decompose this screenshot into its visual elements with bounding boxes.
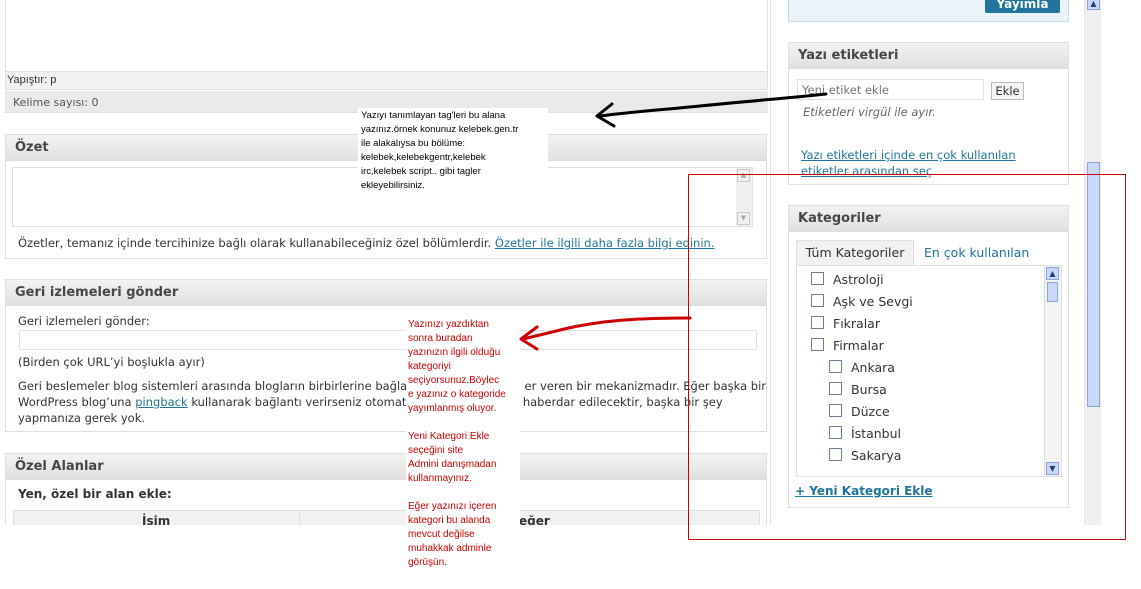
tags-box: Yazı etiketleri Ekle Etiketleri virgül i… (788, 42, 1069, 185)
popular-tags-link-1[interactable]: Yazı etiketleri içinde en çok kullanılan (801, 147, 1016, 163)
annotation-line: sonra buradan (408, 333, 473, 344)
pingback-link[interactable]: pingback (135, 395, 187, 409)
annotation-line: Admini danışmadan (408, 459, 497, 470)
tags-hint: Etiketleri virgül ile ayır. (803, 105, 936, 119)
trackbacks-hint: (Birden çok URL’yi boşlukla ayır) (18, 355, 205, 369)
word-count: Kelime sayısı: 0 (13, 96, 99, 109)
trackbacks-title: Geri izlemeleri gönder (6, 280, 766, 306)
publish-button[interactable]: Yayımla (985, 0, 1060, 13)
editor-area[interactable] (5, 0, 768, 72)
new-tag-input[interactable] (797, 79, 984, 100)
custom-fields-title: Özel Alanlar (6, 454, 766, 480)
annotation-line: Yeni Kategori Ekle (408, 431, 490, 442)
annotation-line: irc,kelebek script.. gibi tagler (361, 166, 481, 177)
annotation-line: Yazınızı yazdıktan (408, 319, 489, 330)
annotation-line: kelebek,kelebekgentr,kelebek (361, 152, 486, 163)
annotation-line: muhakkak adminle (408, 543, 492, 554)
add-tag-button[interactable]: Ekle (991, 82, 1024, 100)
annotation-line: ekleyebilirsiniz. (361, 180, 425, 191)
trackbacks-input[interactable] (19, 330, 757, 350)
category-annotation-3: Eğer yazınızı içeren kategori bu alanda me… (406, 500, 520, 570)
category-annotation-2: Yeni Kategori Ekle seçeğini site Admini da… (406, 430, 520, 486)
annotation-line: kategori bu alanda (408, 515, 491, 526)
col-name: İsim (142, 514, 171, 525)
editor-path-bar (5, 72, 768, 90)
annotation-line: seçiyorsunuz.Böylec (408, 375, 500, 386)
excerpt-help-link[interactable]: Özetler ile ilgili daha fazla bilgi edin… (495, 236, 715, 250)
annotation-line: Yazıyı tanımlayan tag'leri bu alana (361, 110, 506, 121)
col-value: eğer (519, 514, 550, 525)
window-scroll-up-icon[interactable]: ▲ (1087, 0, 1100, 10)
custom-fields-box: Özel Alanlar Yen, özel bir alan ekle: İs… (5, 453, 767, 525)
tags-annotation: Yazıyı tanımlayan tag'leri bu alana yazın… (358, 108, 548, 194)
category-annotation-1: Yazınızı yazdıktan sonra buradan yazınızın… (406, 318, 520, 416)
custom-fields-table-header: İsim eğer (13, 510, 760, 525)
excerpt-help-text: Özetler, temanız içinde tercihinize bağl… (18, 236, 492, 250)
excerpt-help: Özetler, temanız içinde tercihinize bağl… (18, 236, 715, 250)
annotation-line: seçeğini site (408, 445, 464, 456)
trackbacks-desc-2a: WordPress blog’una (18, 395, 132, 409)
trackbacks-label: Geri izlemeleri gönder: (18, 314, 150, 328)
annotation-line: yazınızın ilgili olduğu (408, 347, 501, 358)
annotation-line: e yazınız o kategoride (408, 389, 506, 400)
trackbacks-box: Geri izlemeleri gönder Geri izlemeleri g… (5, 279, 767, 432)
annotation-line: kategoriyi (408, 361, 451, 372)
trackbacks-desc-2b: kullanarak bağlantı verirseniz otomatil (191, 395, 413, 409)
annotation-line: ile alakalıysa bu bölüme: (361, 138, 466, 149)
annotation-line: kullanmayınız. (408, 473, 472, 484)
annotation-line: Eğer yazınızı içeren (408, 501, 497, 512)
trackbacks-desc-3: yapmanıza gerek yok. (18, 411, 146, 425)
annotation-line: görüşün. (408, 557, 447, 568)
tags-title: Yazı etiketleri (789, 43, 1068, 69)
trackbacks-desc: Geri beslemeler blog sistemleri arasında… (18, 378, 766, 426)
editor-path-label: Yapıştır: p (7, 74, 57, 86)
annotation-line: mevcut değilse (408, 529, 475, 540)
annotation-line: yazınız.örnek konunuz kelebek.gen.tr (361, 124, 519, 135)
category-highlight-frame (688, 174, 1126, 540)
trackbacks-desc-1a: Geri beslemeler blog sistemleri arasında… (18, 379, 415, 393)
annotation-line: yayımlanmış oluyor. (408, 403, 497, 414)
custom-fields-subtitle: Yen, özel bir alan ekle: (18, 487, 172, 501)
